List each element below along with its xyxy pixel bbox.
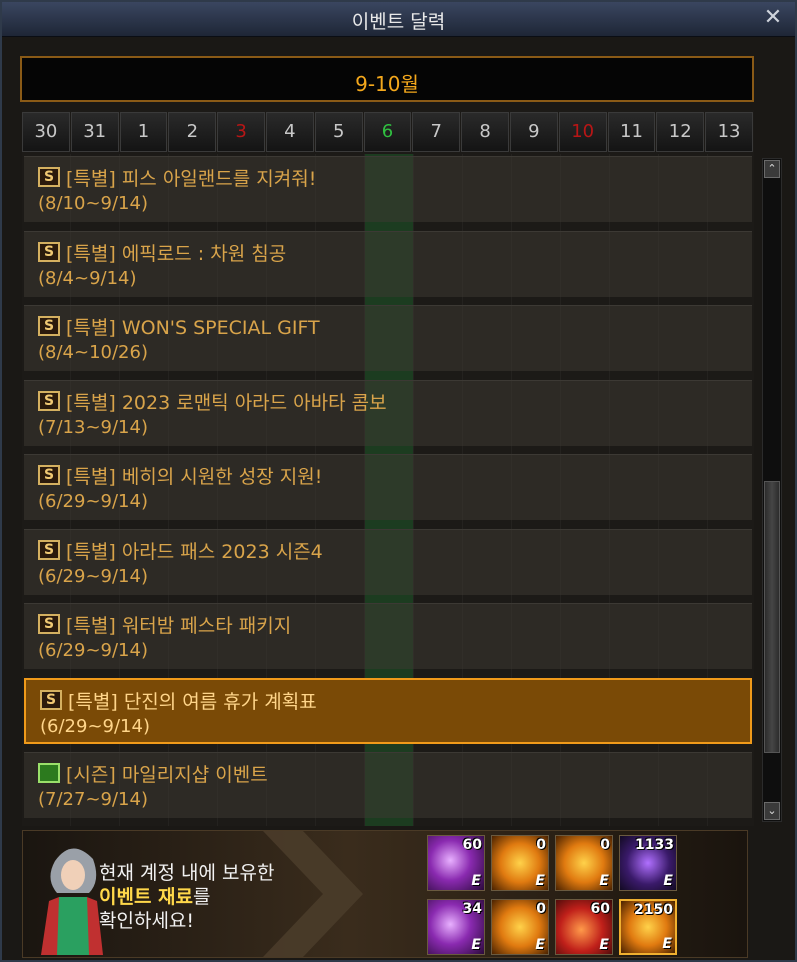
day-cell: 13: [705, 112, 753, 152]
material-slot[interactable]: 0E: [555, 835, 613, 891]
event-period: (6/29~9/14): [38, 566, 148, 587]
material-slots: 60 E 0 E 0 E 1133 E 34 E 0 E 60 E 2150 E: [427, 835, 681, 955]
event-period: (6/29~9/14): [38, 491, 148, 512]
event-name: [시즌] 마일리지샵 이벤트: [66, 763, 268, 786]
event-calendar-window: 이벤트 달력 ✕ 9-10월 30 31 1 2 3 4 5 6 7 8 9 10 11 12 13 S [특…: [0, 0, 797, 962]
day-cell: 8: [461, 112, 509, 152]
day-cell: 3: [217, 112, 265, 152]
event-name: [특별] 아라드 패스 2023 시즌4: [66, 540, 323, 563]
event-row[interactable]: [시즌] 마일리지샵 이벤트 (7/27~9/14): [24, 752, 752, 818]
event-period: (7/13~9/14): [38, 417, 148, 438]
event-row[interactable]: S [특별] 베히의 시원한 성장 지원! (6/29~9/14): [24, 454, 752, 520]
special-badge-icon: S: [38, 540, 60, 560]
material-count: 0: [600, 837, 610, 853]
day-cell: 2: [168, 112, 217, 152]
event-name: [특별] WON'S SPECIAL GIFT: [66, 316, 320, 339]
day-cell: 6: [363, 112, 412, 152]
day-cell: 9: [509, 112, 558, 152]
material-slot[interactable]: 0E: [491, 835, 549, 891]
event-row[interactable]: S [특별] 에픽로드 : 차원 침공 (8/4~9/14): [24, 231, 752, 297]
title-bar[interactable]: 이벤트 달력 ✕: [2, 2, 795, 37]
material-count: 1133: [635, 837, 674, 853]
day-cell: 31: [70, 112, 119, 152]
event-row[interactable]: S [특별] WON'S SPECIAL GIFT (8/4~10/26): [24, 305, 752, 371]
special-badge-icon: S: [38, 316, 60, 336]
window-title: 이벤트 달력: [351, 11, 446, 33]
special-badge-icon: S: [38, 391, 60, 411]
chevron-decor-icon: [263, 831, 363, 957]
special-badge-icon: S: [38, 465, 60, 485]
event-name: [특별] 베히의 시원한 성장 지원!: [66, 465, 323, 488]
character-portrait: [41, 848, 103, 955]
close-icon[interactable]: ✕: [761, 5, 785, 31]
month-label: 9-10월: [355, 72, 419, 96]
material-slot[interactable]: 1133 E: [619, 835, 677, 891]
event-name: [특별] 에픽로드 : 차원 침공: [66, 242, 287, 265]
event-period: (6/29~9/14): [38, 640, 148, 661]
materials-message-line1: 현재 계정 내에 보유한: [99, 862, 275, 884]
event-name: [특별] 피스 아일랜드를 지켜줘!: [66, 167, 317, 190]
day-cell: 11: [607, 112, 656, 152]
material-count: 60: [462, 837, 482, 853]
material-slot[interactable]: 60 E: [427, 835, 485, 891]
event-material-icon: E: [535, 937, 545, 953]
special-badge-icon: S: [38, 242, 60, 262]
season-badge-icon: [38, 763, 60, 783]
scroll-thumb[interactable]: [764, 481, 780, 753]
event-material-icon: E: [599, 873, 609, 889]
day-cell: 5: [314, 112, 363, 152]
day-cell: 30: [22, 112, 70, 152]
event-name: [특별] 워터밤 페스타 패키지: [66, 614, 292, 637]
scroll-up-icon[interactable]: ⌃: [764, 160, 780, 178]
materials-footer: 현재 계정 내에 보유한 이벤트 재료를 확인하세요! 60 E 0 E 0 E 1133 E…: [22, 830, 748, 958]
event-material-icon: E: [663, 873, 673, 889]
special-badge-icon: S: [38, 614, 60, 634]
event-material-icon: E: [471, 937, 481, 953]
scroll-down-icon[interactable]: ⌄: [764, 802, 780, 820]
event-period: (8/4~9/14): [38, 268, 137, 289]
material-slot[interactable]: 2150 E: [619, 899, 677, 955]
event-period: (6/29~9/14): [40, 716, 150, 737]
event-period: (8/4~10/26): [38, 342, 148, 363]
day-cell: 7: [412, 112, 461, 152]
day-cell: 4: [265, 112, 314, 152]
material-slot[interactable]: 0E: [491, 899, 549, 955]
event-row[interactable]: S [특별] 피스 아일랜드를 지켜줘! (8/10~9/14): [24, 156, 752, 222]
material-count: 34: [462, 901, 482, 917]
materials-message-line3: 확인하세요!: [99, 910, 195, 932]
event-material-icon: E: [662, 936, 672, 952]
event-name: [특별] 단진의 여름 휴가 계획표: [68, 690, 317, 713]
event-material-icon: E: [535, 873, 545, 889]
material-count: 0: [536, 901, 546, 917]
day-header-row: 30 31 1 2 3 4 5 6 7 8 9 10 11 12 13: [22, 110, 754, 154]
event-row[interactable]: S [특별] 워터밤 페스타 패키지 (6/29~9/14): [24, 603, 752, 669]
event-period: (8/10~9/14): [38, 193, 148, 214]
event-row[interactable]: S [특별] 아라드 패스 2023 시즌4 (6/29~9/14): [24, 529, 752, 595]
material-count: 0: [536, 837, 546, 853]
material-slot[interactable]: 60 E: [555, 899, 613, 955]
event-period: (7/27~9/14): [38, 789, 148, 810]
scrollbar[interactable]: ⌃ ⌄: [762, 158, 782, 822]
special-badge-icon: S: [38, 167, 60, 187]
day-cell: 10: [558, 112, 607, 152]
materials-message-line2: 를: [193, 886, 211, 908]
day-cell: 12: [656, 112, 705, 152]
event-name: [특별] 2023 로맨틱 아라드 아바타 콤보: [66, 391, 387, 414]
day-cell: 1: [119, 112, 168, 152]
event-grid: S [특별] 피스 아일랜드를 지켜줘! (8/10~9/14) S [특별] 에픽로드…: [22, 154, 754, 826]
materials-highlight: 이벤트 재료: [99, 886, 194, 908]
event-row[interactable]: S [특별] 2023 로맨틱 아라드 아바타 콤보 (7/13~9/14): [24, 380, 752, 446]
materials-message: 현재 계정 내에 보유한 이벤트 재료를 확인하세요!: [99, 861, 274, 933]
event-material-icon: E: [471, 873, 481, 889]
month-header: 9-10월: [20, 56, 754, 102]
material-count: 2150: [634, 902, 673, 918]
event-row[interactable]: S [특별] 단진의 여름 휴가 계획표 (6/29~9/14): [24, 678, 752, 744]
event-material-icon: E: [599, 937, 609, 953]
calendar: 30 31 1 2 3 4 5 6 7 8 9 10 11 12 13 S [특별] 피스 아일랜드를 지켜줘…: [22, 110, 754, 826]
special-badge-icon: S: [40, 690, 62, 710]
material-slot[interactable]: 34 E: [427, 899, 485, 955]
material-count: 60: [590, 901, 610, 917]
